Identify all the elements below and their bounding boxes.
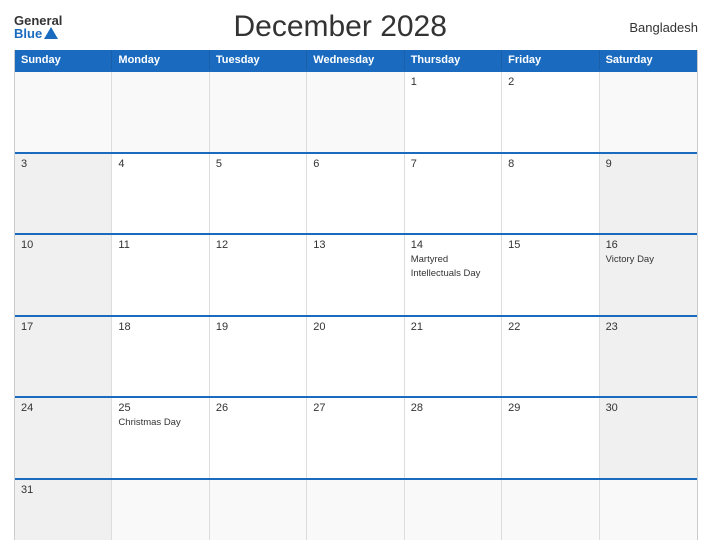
week-row-4: 17 18 19 20 21 22 23 [15, 315, 697, 397]
day-number: 3 [21, 158, 105, 170]
cal-cell: 26 [210, 398, 307, 478]
header-sunday: Sunday [15, 50, 112, 70]
day-number: 18 [118, 321, 202, 333]
cal-cell: 3 [15, 154, 112, 234]
cal-cell: 30 [600, 398, 697, 478]
header-wednesday: Wednesday [307, 50, 404, 70]
cal-cell: 12 [210, 235, 307, 315]
cal-cell: 20 [307, 317, 404, 397]
header: General Blue December 2028 Bangladesh [14, 10, 698, 44]
cal-cell [15, 72, 112, 152]
header-friday: Friday [502, 50, 599, 70]
day-number: 9 [606, 158, 691, 170]
cal-cell: 16 Victory Day [600, 235, 697, 315]
day-number: 8 [508, 158, 592, 170]
day-number: 24 [21, 402, 105, 414]
day-number: 12 [216, 239, 300, 251]
day-number: 10 [21, 239, 105, 251]
cal-cell [112, 480, 209, 540]
event-label: Victory Day [606, 254, 654, 265]
day-number: 16 [606, 239, 691, 251]
day-number: 19 [216, 321, 300, 333]
logo-triangle-icon [44, 27, 58, 39]
day-number: 6 [313, 158, 397, 170]
week-row-1: 12 [15, 70, 697, 152]
cal-cell [600, 72, 697, 152]
day-number: 5 [216, 158, 300, 170]
calendar-body: 1234567891011121314Martyred Intellectual… [15, 70, 697, 540]
month-title: December 2028 [62, 10, 618, 44]
cal-cell: 29 [502, 398, 599, 478]
cal-cell: 6 [307, 154, 404, 234]
cal-cell: 24 [15, 398, 112, 478]
day-number: 30 [606, 402, 691, 414]
cal-cell [405, 480, 502, 540]
day-number: 23 [606, 321, 691, 333]
calendar-page: General Blue December 2028 Bangladesh Su… [0, 0, 712, 550]
cal-cell: 14 Martyred Intellectuals Day [405, 235, 502, 315]
cal-cell: 18 [112, 317, 209, 397]
week-row-5: 24 25 Christmas Day 26 27 28 29 30 [15, 396, 697, 478]
header-thursday: Thursday [405, 50, 502, 70]
day-number: 7 [411, 158, 495, 170]
cal-cell: 19 [210, 317, 307, 397]
day-number: 1 [411, 76, 495, 88]
logo: General Blue [14, 14, 62, 40]
cal-cell [502, 480, 599, 540]
cal-cell: 23 [600, 317, 697, 397]
day-number: 4 [118, 158, 202, 170]
cal-cell: 21 [405, 317, 502, 397]
day-number: 28 [411, 402, 495, 414]
cal-cell: 27 [307, 398, 404, 478]
day-number: 13 [313, 239, 397, 251]
day-number: 22 [508, 321, 592, 333]
week-row-3: 10 11 12 13 14 Martyred Intellectuals Day 15 16… [15, 233, 697, 315]
day-number: 20 [313, 321, 397, 333]
week-row-last: 31 [15, 478, 697, 540]
day-number: 15 [508, 239, 592, 251]
day-number: 29 [508, 402, 592, 414]
cal-cell [112, 72, 209, 152]
cal-cell: 17 [15, 317, 112, 397]
day-number: 31 [21, 484, 105, 496]
cal-cell [307, 72, 404, 152]
event-label: Christmas Day [118, 417, 180, 428]
cal-cell: 13 [307, 235, 404, 315]
cal-cell: 4 [112, 154, 209, 234]
day-number: 21 [411, 321, 495, 333]
cal-cell [307, 480, 404, 540]
header-monday: Monday [112, 50, 209, 70]
cal-cell [210, 480, 307, 540]
calendar-header: Sunday Monday Tuesday Wednesday Thursday… [15, 50, 697, 70]
header-saturday: Saturday [600, 50, 697, 70]
day-number: 27 [313, 402, 397, 414]
header-tuesday: Tuesday [210, 50, 307, 70]
event-label: Martyred Intellectuals Day [411, 254, 481, 278]
cal-cell: 25 Christmas Day [112, 398, 209, 478]
day-number: 2 [508, 76, 592, 88]
cal-cell [210, 72, 307, 152]
cal-cell: 31 [15, 480, 112, 540]
day-number: 26 [216, 402, 300, 414]
cal-cell: 2 [502, 72, 599, 152]
day-number: 17 [21, 321, 105, 333]
day-number: 25 [118, 402, 202, 414]
cal-cell: 10 [15, 235, 112, 315]
logo-blue-text: Blue [14, 27, 62, 40]
cal-cell: 8 [502, 154, 599, 234]
cal-cell: 15 [502, 235, 599, 315]
cal-cell: 7 [405, 154, 502, 234]
day-number: 14 [411, 239, 495, 251]
cal-cell: 22 [502, 317, 599, 397]
cal-cell: 1 [405, 72, 502, 152]
cal-cell: 5 [210, 154, 307, 234]
day-number: 11 [118, 239, 202, 251]
cal-cell: 28 [405, 398, 502, 478]
cal-cell [600, 480, 697, 540]
calendar-grid: Sunday Monday Tuesday Wednesday Thursday… [14, 50, 698, 540]
country-label: Bangladesh [618, 20, 698, 35]
cal-cell: 9 [600, 154, 697, 234]
cal-cell: 11 [112, 235, 209, 315]
week-row-2: 3 4 5 6 7 8 9 [15, 152, 697, 234]
